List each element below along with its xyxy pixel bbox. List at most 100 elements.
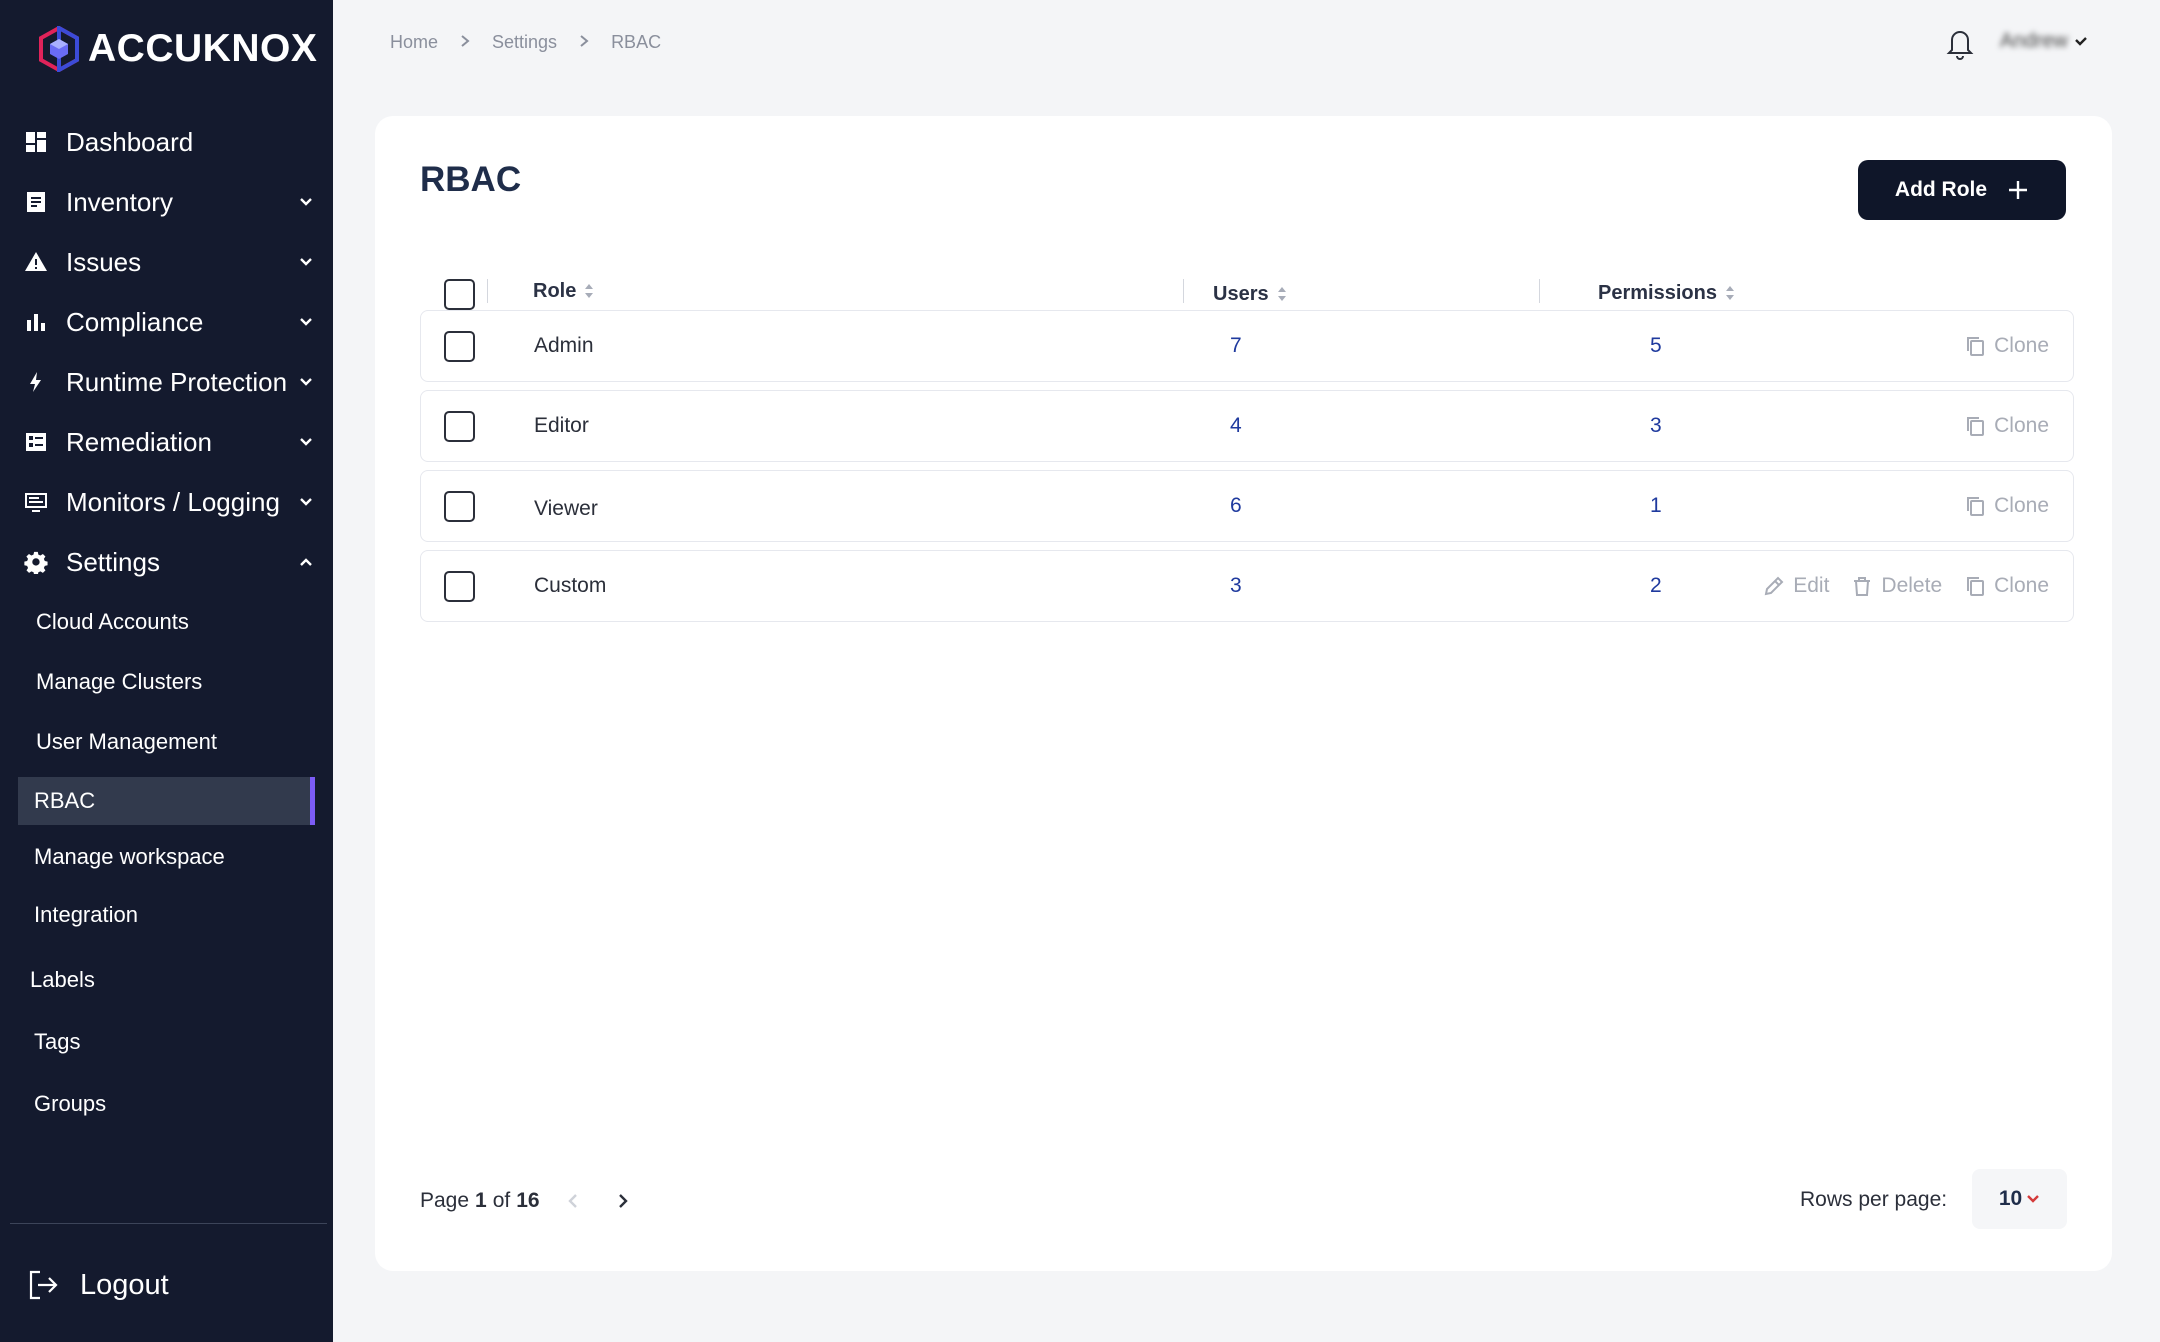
row-actions: Edit Delete Clone <box>1763 551 2049 621</box>
column-header-label: Role <box>533 279 577 302</box>
plus-icon <box>2009 181 2028 199</box>
permissions-count-link[interactable]: 5 <box>1650 311 1662 381</box>
sidebar-item-inventory[interactable]: Inventory <box>22 180 317 224</box>
sidebar-item-user-management[interactable]: User Management <box>20 718 317 766</box>
chevron-up-icon <box>295 551 317 573</box>
sidebar-item-issues[interactable]: Issues <box>22 240 317 284</box>
row-checkbox[interactable] <box>444 491 475 522</box>
users-count-link[interactable]: 6 <box>1230 471 1242 541</box>
sidebar-item-cloud-accounts[interactable]: Cloud Accounts <box>20 598 317 646</box>
sidebar-item-integration[interactable]: Integration <box>18 891 315 939</box>
sidebar-item-label: Monitors / Logging <box>66 486 280 517</box>
chevron-left-icon <box>567 1194 577 1208</box>
chevron-right-icon <box>618 1194 628 1208</box>
breadcrumb-home[interactable]: Home <box>390 32 438 53</box>
rows-per-page-select[interactable]: 10 <box>1972 1169 2067 1229</box>
brand-name: ACCUKNOX <box>88 27 318 70</box>
chevron-down-icon <box>295 191 317 213</box>
pencil-icon <box>1764 576 1784 596</box>
permissions-count-link[interactable]: 2 <box>1650 551 1662 621</box>
logout-button[interactable]: Logout <box>26 1268 169 1302</box>
sort-icon <box>585 284 594 298</box>
notifications-button[interactable] <box>1944 26 1976 60</box>
column-separator <box>1539 279 1540 303</box>
breadcrumb-rbac: RBAC <box>611 32 662 52</box>
page-prefix: Page <box>420 1189 470 1212</box>
prev-page-button[interactable] <box>560 1188 586 1214</box>
page-of: of <box>492 1189 511 1212</box>
rows-per-page-value: 10 <box>1998 1187 2023 1210</box>
next-page-button[interactable] <box>610 1188 636 1214</box>
clone-button[interactable]: Clone <box>1964 494 2049 518</box>
sidebar-item-manage-workspace[interactable]: Manage workspace <box>18 833 315 881</box>
sidebar-item-compliance[interactable]: Compliance <box>22 300 317 344</box>
pagination: Page 1 of 16 <box>420 1188 636 1214</box>
sidebar-item-monitors-logging[interactable]: Monitors / Logging <box>22 480 317 524</box>
sidebar-item-label: Dashboard <box>66 126 194 157</box>
sidebar-item-groups[interactable]: Groups <box>18 1080 315 1128</box>
users-count-link[interactable]: 3 <box>1230 551 1242 621</box>
row-checkbox[interactable] <box>444 411 475 442</box>
table-row[interactable]: Editor 4 3 Clone <box>420 390 2074 462</box>
chevron-down-icon <box>295 431 317 453</box>
bolt-icon <box>22 368 50 396</box>
delete-button[interactable]: Delete <box>1851 574 1942 598</box>
clone-button[interactable]: Clone <box>1964 334 2049 358</box>
chevron-down-icon <box>295 371 317 393</box>
breadcrumb-settings[interactable]: Settings <box>492 32 557 53</box>
clone-label: Clone <box>1994 414 2049 437</box>
table-row[interactable]: Admin 7 5 Clone <box>420 310 2074 382</box>
clone-button[interactable]: Clone <box>1964 414 2049 438</box>
role-name: Editor <box>534 414 589 437</box>
users-count-link[interactable]: 7 <box>1230 311 1242 381</box>
copy-icon <box>1967 577 1985 596</box>
accuknox-logo[interactable]: ACCUKNOX <box>36 26 317 72</box>
sidebar-item-runtime-protection[interactable]: Runtime Protection <box>22 360 317 404</box>
column-separator <box>487 279 488 303</box>
sidebar-item-remediation[interactable]: Remediation <box>22 420 317 464</box>
sidebar-item-label: Runtime Protection <box>66 366 288 397</box>
row-checkbox[interactable] <box>444 331 475 362</box>
table-row[interactable]: Viewer 6 1 Clone <box>420 470 2074 542</box>
role-name: Custom <box>534 574 607 597</box>
chevron-down-icon <box>295 251 317 273</box>
row-checkbox[interactable] <box>444 571 475 602</box>
monitor-icon <box>22 488 50 516</box>
chevron-down-icon <box>295 491 317 513</box>
sidebar-item-label: Remediation <box>66 426 212 457</box>
chevron-down-icon <box>295 311 317 333</box>
gear-icon <box>22 548 50 576</box>
clone-label: Clone <box>1994 334 2049 357</box>
permissions-count-link[interactable]: 3 <box>1650 391 1662 461</box>
sidebar-item-label: Issues <box>66 246 142 277</box>
sidebar-item-manage-clusters[interactable]: Manage Clusters <box>20 658 317 706</box>
permissions-count-link[interactable]: 1 <box>1650 471 1662 541</box>
clone-label: Clone <box>1994 574 2049 597</box>
trash-icon <box>1854 577 1871 596</box>
copy-icon <box>1967 337 1985 356</box>
column-separator <box>1183 279 1184 303</box>
sidebar-item-labels[interactable]: Labels <box>14 956 311 1004</box>
page-title: RBAC <box>420 160 522 199</box>
users-count-link[interactable]: 4 <box>1230 391 1242 461</box>
delete-label: Delete <box>1881 574 1943 597</box>
column-header-label: Permissions <box>1598 281 1717 304</box>
warning-icon <box>22 248 50 276</box>
chevron-right-icon <box>577 32 591 53</box>
table-row[interactable]: Custom 3 2 Edit Delete Clone <box>420 550 2074 622</box>
sidebar-item-rbac[interactable]: RBAC <box>18 777 315 825</box>
sidebar-item-settings[interactable]: Settings <box>22 540 317 584</box>
user-name: Andrew <box>2000 30 2068 52</box>
current-page: 1 <box>475 1189 487 1212</box>
select-all-checkbox[interactable] <box>444 279 475 310</box>
add-role-button[interactable]: Add Role <box>1858 160 2066 220</box>
user-menu[interactable]: Andrew <box>2000 30 2088 53</box>
sidebar-item-label: Inventory <box>66 186 173 217</box>
edit-button[interactable]: Edit <box>1763 574 1829 598</box>
sidebar-item-dashboard[interactable]: Dashboard <box>22 120 317 164</box>
clone-button[interactable]: Clone <box>1964 574 2049 598</box>
logout-label: Logout <box>80 1268 169 1301</box>
sidebar-item-tags[interactable]: Tags <box>18 1018 315 1066</box>
sidebar-divider <box>10 1223 327 1224</box>
row-actions: Clone <box>1964 471 2049 541</box>
